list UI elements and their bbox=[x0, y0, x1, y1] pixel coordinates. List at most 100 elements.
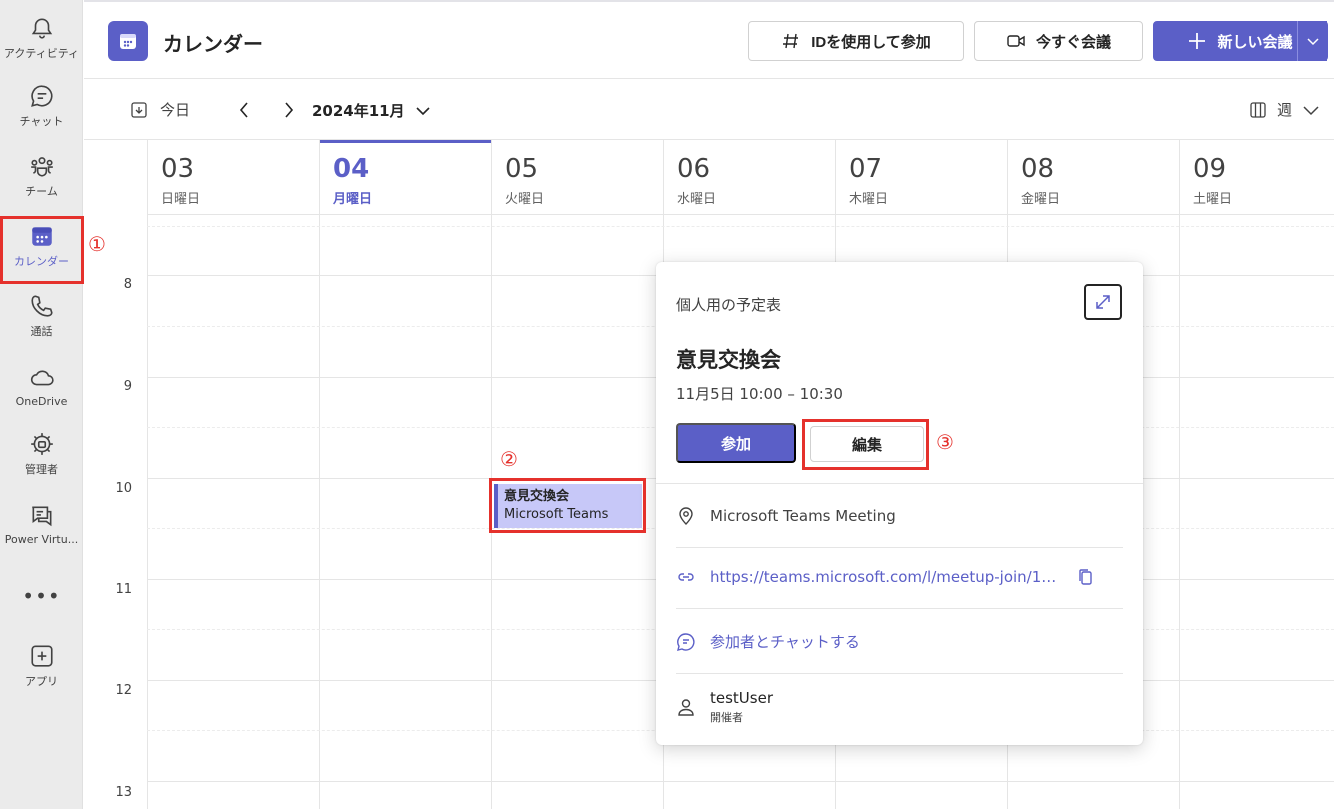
meet-now-label: 今すぐ会議 bbox=[1035, 33, 1111, 51]
popup-event-title: 意見交換会 bbox=[676, 348, 781, 372]
previous-week-button[interactable] bbox=[234, 99, 254, 121]
plus-icon bbox=[1189, 33, 1206, 49]
hour-label: 8 bbox=[123, 277, 132, 292]
today-button[interactable]: 今日 bbox=[130, 99, 190, 120]
grid-hour-line bbox=[147, 781, 1334, 782]
copy-icon[interactable] bbox=[1076, 567, 1096, 587]
rail-item-teams[interactable]: チーム bbox=[0, 144, 83, 208]
rail-label: チーム bbox=[25, 185, 58, 198]
annotation-marker-3: ③ bbox=[936, 430, 954, 454]
week-view-icon bbox=[1250, 101, 1266, 118]
app-rail: アクティビティ チャット チーム カレンダー 通話 OneDrive 管理者 P… bbox=[0, 0, 83, 809]
bot-chat-icon bbox=[31, 506, 51, 526]
hour-label: 13 bbox=[115, 785, 132, 800]
cloud-icon bbox=[30, 370, 54, 385]
popup-location-text: Microsoft Teams Meeting bbox=[710, 506, 896, 525]
day-header-tuesday[interactable]: 05 火曜日 bbox=[491, 140, 663, 215]
organizer-info: testUser 開催者 bbox=[710, 689, 773, 725]
day-name: 木曜日 bbox=[849, 192, 889, 207]
hour-label: 11 bbox=[115, 582, 132, 597]
popup-chat-row[interactable]: 参加者とチャットする bbox=[676, 610, 1123, 674]
annotation-box-edit bbox=[802, 419, 929, 470]
chat-icon bbox=[30, 85, 53, 107]
day-header-monday[interactable]: 04 月曜日 bbox=[319, 140, 491, 215]
calendar-toolbar: 今日 2024年11月 週 bbox=[84, 80, 1334, 140]
teams-icon bbox=[30, 157, 53, 177]
day-header-saturday[interactable]: 09 土曜日 bbox=[1179, 140, 1334, 215]
chevron-down-icon bbox=[1303, 105, 1319, 115]
rail-label: 管理者 bbox=[25, 463, 58, 476]
hour-label: 9 bbox=[123, 379, 132, 394]
rail-item-calls[interactable]: 通話 bbox=[0, 284, 83, 348]
organizer-name: testUser bbox=[710, 689, 773, 707]
rail-label: アクティビティ bbox=[3, 47, 80, 60]
meeting-link[interactable]: https://teams.microsoft.com/l/meetup-joi… bbox=[710, 568, 1062, 586]
day-header-sunday[interactable]: 03 日曜日 bbox=[147, 140, 320, 215]
person-icon bbox=[678, 699, 694, 716]
rail-item-admin[interactable]: 管理者 bbox=[0, 422, 83, 486]
rail-item-power-virtual-agents[interactable]: Power Virtu... bbox=[0, 492, 83, 556]
calendar-today-icon bbox=[131, 101, 147, 118]
grid-half-hour-line bbox=[147, 226, 1334, 227]
admin-gear-icon bbox=[30, 433, 53, 455]
month-label: 2024年11月 bbox=[312, 102, 405, 120]
day-name: 月曜日 bbox=[333, 192, 373, 207]
chat-with-participants-link[interactable]: 参加者とチャットする bbox=[710, 631, 860, 652]
rail-label: アプリ bbox=[25, 675, 58, 688]
annotation-marker-2: ② bbox=[500, 447, 518, 471]
location-pin-icon bbox=[679, 506, 693, 525]
day-header-wednesday[interactable]: 06 水曜日 bbox=[663, 140, 835, 215]
day-header-thursday[interactable]: 07 木曜日 bbox=[835, 140, 1007, 215]
day-number: 06 bbox=[677, 154, 711, 184]
day-header-friday[interactable]: 08 金曜日 bbox=[1007, 140, 1179, 215]
new-meeting-dropdown-button[interactable] bbox=[1297, 21, 1328, 61]
bell-icon bbox=[31, 18, 52, 39]
rail-item-onedrive[interactable]: OneDrive bbox=[0, 354, 83, 418]
expand-event-button[interactable] bbox=[1084, 284, 1122, 320]
calendar-header: カレンダー IDを使用して参加 今すぐ会議 新しい会議 bbox=[84, 0, 1334, 79]
chevron-right-icon bbox=[285, 102, 294, 118]
expand-icon bbox=[1096, 295, 1110, 309]
video-camera-icon bbox=[1007, 35, 1025, 47]
view-switcher[interactable]: 週 bbox=[1249, 99, 1320, 120]
rail-item-chat[interactable]: チャット bbox=[0, 74, 83, 138]
link-icon bbox=[678, 572, 694, 581]
rail-item-activity[interactable]: アクティビティ bbox=[0, 6, 83, 70]
more-apps-button[interactable]: ••• bbox=[0, 582, 83, 610]
day-number: 08 bbox=[1021, 154, 1055, 184]
popup-calendar-name: 個人用の予定表 bbox=[676, 296, 782, 314]
popup-link-row[interactable]: https://teams.microsoft.com/l/meetup-joi… bbox=[676, 545, 1123, 609]
join-meeting-button[interactable]: 参加 bbox=[676, 423, 796, 463]
page-title: カレンダー bbox=[163, 32, 263, 56]
meet-now-button[interactable]: 今すぐ会議 bbox=[974, 21, 1143, 61]
chevron-down-icon bbox=[416, 106, 430, 115]
calendar-app-logo bbox=[108, 21, 148, 61]
add-app-icon bbox=[30, 645, 53, 667]
rail-label: Power Virtu... bbox=[4, 532, 79, 546]
annotation-marker-1: ① bbox=[88, 232, 106, 256]
day-name: 火曜日 bbox=[505, 192, 545, 207]
month-picker[interactable]: 2024年11月 bbox=[312, 100, 431, 121]
next-week-button[interactable] bbox=[279, 99, 299, 121]
grid-column-line bbox=[147, 215, 148, 809]
day-name: 土曜日 bbox=[1193, 192, 1233, 207]
rail-label: チャット bbox=[19, 115, 64, 128]
join-with-id-button[interactable]: IDを使用して参加 bbox=[748, 21, 964, 61]
popup-event-time: 11月5日 10:00 – 10:30 bbox=[676, 385, 843, 403]
view-label: 週 bbox=[1276, 101, 1292, 119]
day-number: 09 bbox=[1193, 154, 1227, 184]
day-number: 07 bbox=[849, 154, 883, 184]
hour-label: 10 bbox=[115, 481, 132, 496]
rail-item-apps[interactable]: アプリ bbox=[0, 634, 83, 698]
hash-icon bbox=[783, 33, 799, 49]
chevron-down-icon bbox=[1307, 38, 1319, 46]
popup-organizer-row: testUser 開催者 bbox=[676, 675, 1123, 739]
grid-column-line bbox=[1179, 215, 1180, 809]
today-indicator bbox=[320, 140, 491, 143]
event-details-popup: 個人用の予定表 意見交換会 11月5日 10:00 – 10:30 参加 編集 … bbox=[656, 262, 1143, 745]
annotation-box-calendar bbox=[0, 216, 84, 284]
day-name: 水曜日 bbox=[677, 192, 717, 207]
popup-location-row: Microsoft Teams Meeting bbox=[676, 484, 1123, 548]
today-label: 今日 bbox=[160, 101, 191, 119]
calendar-icon bbox=[120, 34, 136, 49]
